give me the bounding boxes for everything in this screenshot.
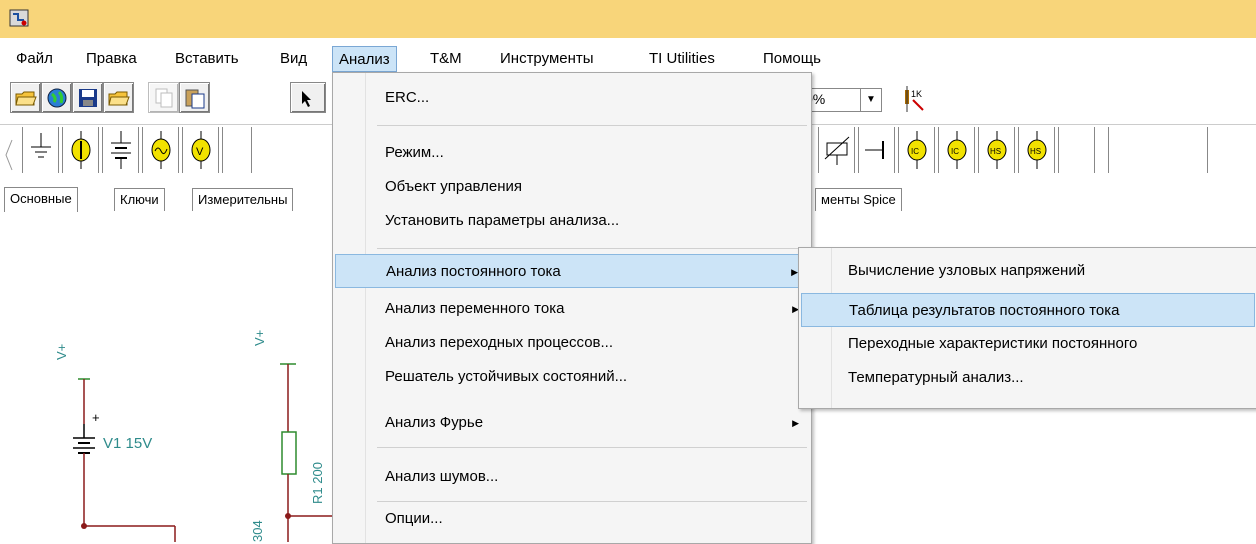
menu-help[interactable]: Помощь	[757, 46, 827, 72]
submenu-arrow-icon: ▶	[792, 418, 799, 428]
menu-separator	[377, 125, 807, 126]
select-pointer-icon[interactable]	[290, 82, 326, 113]
ac-source-icon[interactable]	[142, 127, 179, 173]
analysis-menu: ERC... Режим... Объект управления Устано…	[332, 72, 812, 544]
submenu-arrow-icon: ▶	[791, 267, 798, 277]
svg-text:IC: IC	[911, 147, 919, 156]
menu-insert[interactable]: Вставить	[169, 46, 245, 72]
svg-text:HS: HS	[990, 147, 1001, 156]
submenu-item-dc-transfer[interactable]: Переходные характеристики постоянного	[801, 327, 1255, 361]
app-icon[interactable]	[8, 8, 32, 30]
menu-item-analysis-params[interactable]: Установить параметры анализа...	[335, 204, 809, 238]
tab-meters[interactable]: Измерительны	[192, 188, 294, 211]
menu-tm[interactable]: T&M	[424, 46, 468, 72]
menu-item-dc-analysis[interactable]: Анализ постоянного тока ▶	[335, 254, 809, 288]
save-icon[interactable]	[72, 82, 103, 113]
vplus-label-2: V+	[252, 329, 267, 346]
partial-component-icon[interactable]	[222, 127, 252, 173]
svg-text:V: V	[196, 146, 204, 158]
battery-icon[interactable]	[102, 127, 139, 173]
menu-item-ac-analysis[interactable]: Анализ переменного тока ▶	[335, 292, 809, 326]
voltmeter-icon[interactable]: V	[182, 127, 219, 173]
chevron-down-icon[interactable]: ▼	[860, 89, 881, 111]
plus-sign: +	[92, 410, 100, 425]
empty-slot-1[interactable]	[1058, 127, 1095, 173]
menu-item-fourier[interactable]: Анализ Фурье ▶	[335, 406, 809, 440]
current-source-icon[interactable]	[62, 127, 99, 173]
submenu-item-temperature[interactable]: Температурный анализ...	[801, 361, 1255, 395]
hs-source-icon[interactable]: HS	[978, 127, 1015, 173]
open-folder-icon[interactable]	[10, 82, 41, 113]
tab-basic[interactable]: Основные	[4, 187, 78, 212]
menu-item-mode[interactable]: Режим...	[335, 136, 809, 170]
submenu-item-node-voltages[interactable]: Вычисление узловых напряжений	[801, 254, 1255, 288]
menu-file[interactable]: Файл	[10, 46, 59, 72]
capacitor-icon[interactable]	[858, 127, 895, 173]
globe-icon[interactable]	[41, 82, 72, 113]
menu-item-noise[interactable]: Анализ шумов...	[335, 460, 809, 494]
menu-edit[interactable]: Правка	[80, 46, 143, 72]
tab-switches[interactable]: Ключи	[114, 188, 165, 211]
menu-separator	[377, 447, 807, 448]
title-bar	[0, 0, 1256, 38]
menu-item-options[interactable]: Опции...	[335, 502, 809, 536]
dc-analysis-submenu: Вычисление узловых напряжений Таблица ре…	[798, 247, 1256, 409]
zoom-select[interactable]: 0% ▼	[802, 88, 882, 112]
copy-icon[interactable]	[148, 82, 179, 113]
menu-view[interactable]: Вид	[274, 46, 313, 72]
svg-text:IC: IC	[951, 147, 959, 156]
menu-bar: Файл Правка Вставить Вид Анализ T&M Инст…	[0, 46, 1256, 72]
ic-source-plus-icon[interactable]: IC	[938, 127, 975, 173]
resistor-label: R1 200	[310, 462, 325, 504]
svg-text:HS: HS	[1030, 147, 1041, 156]
vplus-label-1: V+	[54, 343, 69, 360]
source-label: V1 15V	[103, 435, 153, 452]
svg-text:1K: 1K	[911, 89, 922, 99]
hs-source-plus-icon[interactable]: HS	[1018, 127, 1055, 173]
variable-resistor-icon[interactable]	[818, 127, 855, 173]
menu-item-erc[interactable]: ERC...	[335, 81, 809, 115]
menu-item-steady-state[interactable]: Решатель устойчивых состояний...	[335, 360, 809, 394]
ground-icon[interactable]	[22, 127, 59, 173]
menu-analysis[interactable]: Анализ	[332, 46, 397, 72]
scroll-left-icon[interactable]	[4, 135, 14, 175]
open-folder-alt-icon[interactable]	[103, 82, 134, 113]
tab-spice-tools[interactable]: менты Spice	[815, 188, 902, 211]
paste-icon[interactable]	[179, 82, 210, 113]
empty-slot-2[interactable]	[1108, 127, 1208, 173]
menu-tools[interactable]: Инструменты	[494, 46, 600, 72]
submenu-item-dc-results-table[interactable]: Таблица результатов постоянного тока	[801, 293, 1255, 327]
menu-ti-utilities[interactable]: TI Utilities	[643, 46, 721, 72]
ic-source-icon[interactable]: IC	[898, 127, 935, 173]
side-label: 304	[250, 520, 265, 542]
menu-separator	[377, 248, 807, 249]
menu-item-transient[interactable]: Анализ переходных процессов...	[335, 326, 809, 360]
probe-1k-icon[interactable]: 1K	[899, 84, 929, 114]
menu-item-control-object[interactable]: Объект управления	[335, 170, 809, 204]
